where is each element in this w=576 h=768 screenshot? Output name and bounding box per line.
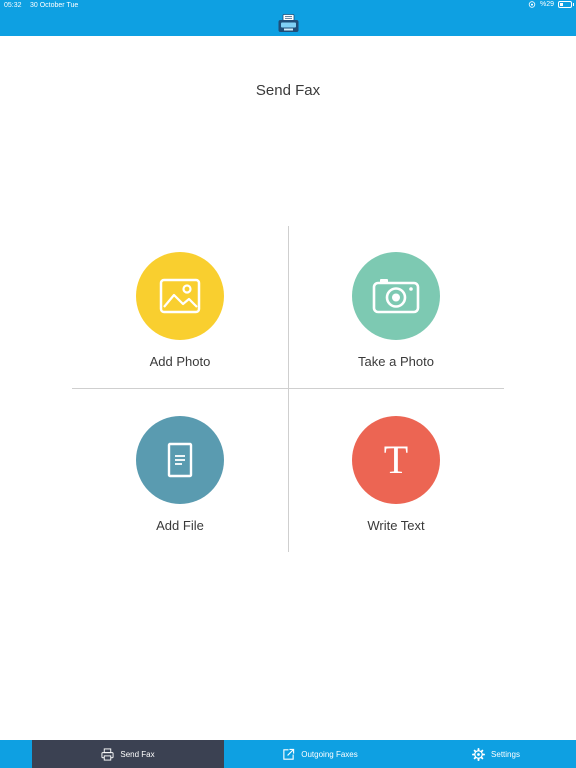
status-time: 05:32 bbox=[4, 2, 22, 9]
tab-send-fax[interactable]: Send Fax bbox=[32, 740, 224, 768]
tab-outgoing-faxes[interactable]: Outgoing Faxes bbox=[224, 740, 416, 768]
printer-icon bbox=[101, 747, 114, 761]
take-photo-circle bbox=[352, 252, 440, 340]
tab-settings-label: Settings bbox=[491, 749, 520, 759]
tab-send-fax-label: Send Fax bbox=[120, 749, 155, 759]
app-header: 05:32 30 October Tue %29 bbox=[0, 0, 576, 36]
tab-settings[interactable]: Settings bbox=[416, 740, 576, 768]
page-title: Send Fax bbox=[255, 82, 321, 99]
add-file-label: Add File bbox=[156, 518, 204, 533]
gear-icon bbox=[472, 747, 486, 761]
add-photo-circle bbox=[136, 252, 224, 340]
camera-icon bbox=[372, 279, 420, 314]
add-file-circle bbox=[136, 416, 224, 504]
document-icon bbox=[167, 442, 193, 478]
battery-percentage: %29 bbox=[539, 1, 554, 8]
grid-divider-vertical bbox=[288, 226, 289, 552]
tab-outgoing-faxes-label: Outgoing Faxes bbox=[301, 749, 358, 759]
add-photo-button[interactable]: Add Photo bbox=[90, 252, 270, 402]
write-text-circle: T bbox=[352, 416, 440, 504]
battery-icon bbox=[558, 1, 574, 8]
take-photo-label: Take a Photo bbox=[358, 354, 434, 369]
tab-bar: Send Fax Outgoing Faxes Settings bbox=[0, 740, 576, 768]
text-t-icon: T bbox=[383, 437, 409, 482]
take-photo-button[interactable]: Take a Photo bbox=[306, 252, 486, 402]
status-indicators: %29 bbox=[528, 1, 574, 8]
fax-machine-icon bbox=[278, 14, 299, 32]
write-text-button[interactable]: T Write Text bbox=[306, 416, 486, 566]
image-icon bbox=[159, 278, 201, 314]
write-text-label: Write Text bbox=[367, 518, 425, 533]
add-file-button[interactable]: Add File bbox=[90, 416, 270, 566]
external-link-icon bbox=[283, 748, 295, 760]
status-bar: 05:32 30 October Tue %29 bbox=[0, 0, 576, 12]
orientation-lock-icon bbox=[528, 1, 536, 8]
tab-bar-spacer bbox=[0, 740, 32, 768]
add-photo-label: Add Photo bbox=[149, 354, 211, 369]
status-date: 30 October Tue bbox=[30, 2, 79, 9]
